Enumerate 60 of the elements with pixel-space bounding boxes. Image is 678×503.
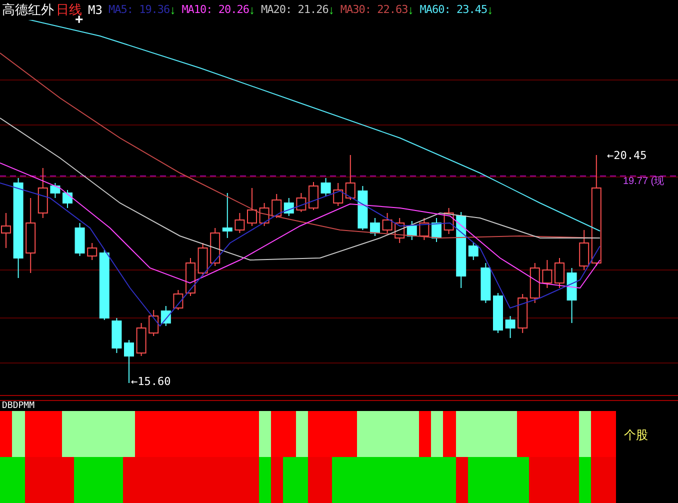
indicator-reading: MA30: 22.63 — [340, 4, 408, 16]
stock-name: 高德红外 — [2, 3, 54, 16]
candlestick — [382, 212, 392, 234]
candlestick — [468, 241, 478, 260]
indicator-reading: MA20: 21.26 — [261, 4, 328, 16]
trend-arrow: ↓ — [328, 4, 334, 16]
candlestick — [530, 262, 540, 304]
candlestick — [186, 257, 196, 296]
trend-arrow: ↓ — [170, 4, 176, 16]
candlestick — [432, 217, 442, 242]
candlestick — [136, 322, 146, 356]
candlestick — [198, 242, 208, 276]
candlestick — [444, 207, 454, 234]
low-price-label: ←15.60 — [131, 376, 171, 387]
candlestick — [173, 289, 184, 310]
indicator-reading: MA60: 23.45 — [420, 4, 488, 16]
candlestick — [518, 293, 528, 334]
candlestick — [419, 217, 430, 240]
candlestick — [394, 217, 405, 244]
candlestick — [87, 242, 98, 260]
candlestick — [333, 182, 344, 206]
candlestick — [222, 192, 232, 238]
candlestick — [148, 309, 159, 336]
candlestick — [272, 193, 282, 218]
candlestick — [296, 192, 306, 212]
candlestick — [579, 229, 590, 270]
trend-arrow: ↓ — [408, 4, 414, 16]
candlestick — [308, 181, 318, 210]
candlestick — [505, 315, 516, 338]
stock-type-label: 个股 — [624, 428, 648, 442]
candlestick — [62, 189, 72, 208]
candlestick — [284, 197, 294, 216]
candlestick — [320, 177, 331, 196]
indicator-reading: MA5: 19.36 — [108, 4, 170, 16]
high-price-label: ←20.45 — [607, 150, 647, 161]
candlestick — [160, 305, 171, 326]
mode-label: M3 — [88, 4, 102, 16]
candlestick — [566, 267, 577, 324]
candlestick — [345, 154, 356, 200]
indicator-reading: MA10: 20.26 — [182, 4, 250, 16]
candlestick — [259, 202, 270, 226]
candlestick — [554, 257, 564, 288]
candlestick — [38, 167, 48, 218]
candlestick — [210, 227, 220, 266]
candlestick — [74, 222, 85, 256]
current-price-label: 19.77 (现 — [623, 176, 664, 187]
candlestick — [480, 262, 491, 304]
trend-arrow: ↓ — [487, 4, 494, 16]
trend-arrow: ↓ — [249, 4, 256, 16]
candlestick — [493, 292, 503, 334]
candlestick — [247, 187, 257, 226]
candlestick — [358, 185, 368, 230]
candlestick — [234, 212, 245, 234]
candlestick — [406, 220, 417, 240]
candlestick — [50, 182, 60, 198]
candlestick — [370, 217, 380, 236]
candlestick — [112, 317, 122, 354]
indicator-title: DBDPMM — [2, 402, 35, 411]
candlestick — [99, 249, 110, 320]
candlestick — [542, 259, 552, 288]
